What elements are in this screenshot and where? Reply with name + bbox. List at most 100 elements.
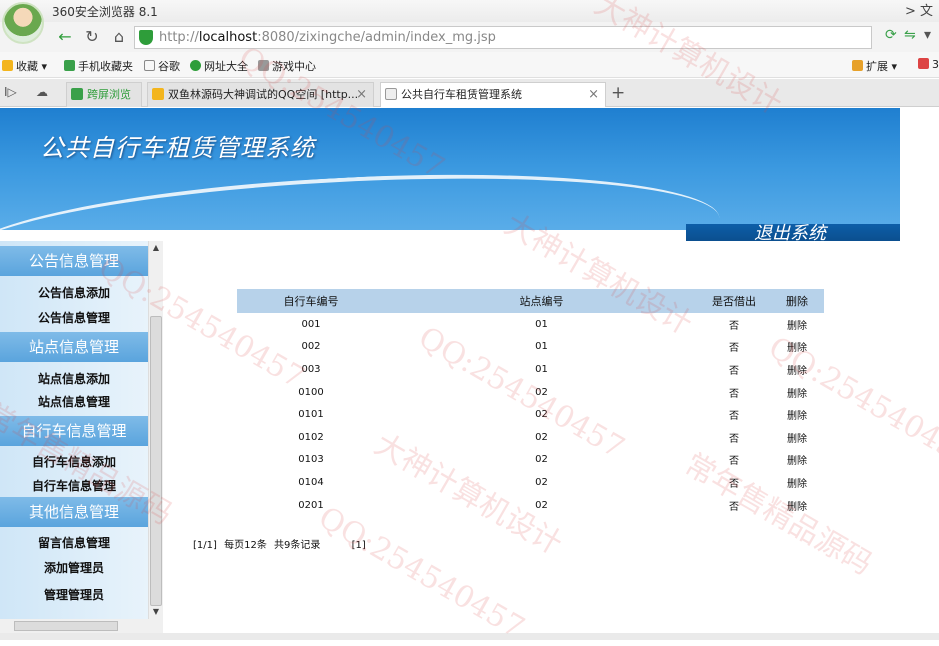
- header-delete: 删除: [770, 289, 824, 313]
- delete-link[interactable]: 删除: [770, 336, 824, 359]
- cell-station-id: 02: [385, 426, 698, 449]
- logout-link[interactable]: 退出系统: [754, 219, 826, 241]
- url-host: localhost: [199, 30, 257, 45]
- home-icon[interactable]: ⌂: [108, 26, 130, 48]
- menu-item-admin-add[interactable]: 添加管理员: [0, 559, 148, 576]
- pagination: [1/1] 每页12条 共9条记录 [1]: [193, 536, 370, 551]
- extensions-button[interactable]: 扩展 ▾: [852, 58, 897, 74]
- delete-link[interactable]: 删除: [770, 358, 824, 381]
- tab-bike-system[interactable]: 公共自行车租赁管理系统 ×: [380, 82, 606, 107]
- address-bar[interactable]: http://localhost:8080/zixingche/admin/in…: [134, 26, 872, 49]
- page-icon: [144, 60, 155, 71]
- window-menu-icon[interactable]: > 文: [905, 0, 933, 19]
- menu-heading-notice[interactable]: 公告信息管理: [0, 246, 148, 276]
- bookmark-directory[interactable]: 网址大全: [190, 58, 248, 74]
- cell-station-id: 01: [385, 358, 698, 381]
- cell-bike-id: 002: [237, 336, 385, 359]
- header-station-id: 站点编号: [385, 289, 698, 313]
- more-bookmarks-button[interactable]: 3: [918, 58, 939, 71]
- delete-link[interactable]: 删除: [770, 449, 824, 472]
- delete-link[interactable]: 删除: [770, 494, 824, 517]
- main-content: 自行车编号 站点编号 是否借出 删除 00101否删除00201否删除00301…: [163, 241, 900, 633]
- page-icon: [385, 88, 397, 100]
- cell-bike-id: 0102: [237, 426, 385, 449]
- table-row: 00201否删除: [237, 336, 824, 359]
- banner-band: [0, 230, 690, 241]
- menu-heading-bike[interactable]: 自行车信息管理: [0, 416, 148, 446]
- hscroll-thumb[interactable]: [14, 621, 118, 631]
- bookmark-mobile[interactable]: 手机收藏夹: [64, 58, 133, 74]
- cell-station-id: 02: [385, 381, 698, 404]
- cell-bike-id: 001: [237, 313, 385, 336]
- table-body: 00101否删除00201否删除00301否删除010002否删除010102否…: [237, 313, 824, 516]
- accelerate-icon[interactable]: ⇋: [904, 27, 916, 43]
- bookmarks-bar: 收藏 ▾ 手机收藏夹 谷歌 网址大全 游戏中心 扩展 ▾ 3: [0, 52, 939, 78]
- url-path: :8080/zixingche/admin/index_mg.jsp: [257, 30, 496, 45]
- menu-item-admin-manage[interactable]: 管理管理员: [0, 586, 148, 603]
- tab-cross-screen[interactable]: 跨屏浏览: [66, 82, 142, 107]
- sidebar-toggle-icon[interactable]: I▷: [4, 85, 17, 99]
- user-avatar[interactable]: [2, 2, 44, 44]
- cell-station-id: 01: [385, 313, 698, 336]
- header-lent: 是否借出: [698, 289, 770, 313]
- cell-bike-id: 003: [237, 358, 385, 381]
- table-row: 00101否删除: [237, 313, 824, 336]
- delete-link[interactable]: 删除: [770, 313, 824, 336]
- cell-lent: 否: [698, 381, 770, 404]
- menu-heading-other[interactable]: 其他信息管理: [0, 497, 148, 527]
- menu-item-station-manage[interactable]: 站点信息管理: [0, 393, 148, 410]
- page-link[interactable]: [1]: [352, 540, 366, 551]
- sidebar-vertical-scrollbar[interactable]: ▲ ▼: [148, 241, 163, 619]
- cell-station-id: 02: [385, 494, 698, 517]
- menu-heading-station[interactable]: 站点信息管理: [0, 332, 148, 362]
- close-icon[interactable]: ×: [356, 83, 367, 106]
- cell-lent: 否: [698, 494, 770, 517]
- bookmark-google[interactable]: 谷歌: [144, 58, 180, 74]
- header-bike-id: 自行车编号: [237, 289, 385, 313]
- bookmark-games[interactable]: 游戏中心: [258, 58, 316, 74]
- delete-link[interactable]: 删除: [770, 471, 824, 494]
- refresh-icon[interactable]: ↻: [81, 26, 103, 48]
- browser-navbar: ← ↻ ⌂ http://localhost:8080/zixingche/ad…: [0, 22, 939, 52]
- menu-item-station-add[interactable]: 站点信息添加: [0, 370, 148, 387]
- scroll-thumb[interactable]: [150, 316, 162, 606]
- window-title: 360安全浏览器 8.1: [52, 3, 158, 20]
- cell-lent: 否: [698, 471, 770, 494]
- cell-station-id: 02: [385, 471, 698, 494]
- cell-lent: 否: [698, 358, 770, 381]
- delete-link[interactable]: 删除: [770, 381, 824, 404]
- close-icon[interactable]: ×: [588, 83, 599, 106]
- browser-statusbar: [0, 633, 939, 640]
- phone-icon: [71, 88, 83, 100]
- back-arrow-icon[interactable]: ←: [54, 26, 76, 48]
- menu-item-notice-add[interactable]: 公告信息添加: [0, 284, 148, 301]
- table-header-row: 自行车编号 站点编号 是否借出 删除: [237, 289, 824, 313]
- cell-bike-id: 0104: [237, 471, 385, 494]
- cell-station-id: 02: [385, 449, 698, 472]
- star-icon: [152, 88, 164, 100]
- page-banner: 公共自行车租赁管理系统 退出系统: [0, 108, 900, 241]
- tab-qq-space[interactable]: 双鱼林源码大神调试的QQ空间 [http... ×: [147, 82, 374, 107]
- bookmark-favorites[interactable]: 收藏 ▾: [2, 58, 47, 74]
- new-tab-button[interactable]: +: [611, 83, 625, 103]
- menu-item-bike-manage[interactable]: 自行车信息管理: [0, 477, 148, 494]
- table-row: 010302否删除: [237, 449, 824, 472]
- scroll-down-arrow-icon[interactable]: ▼: [149, 605, 163, 619]
- page-info: [1/1]: [193, 540, 217, 551]
- scroll-up-arrow-icon[interactable]: ▲: [149, 241, 163, 255]
- system-title: 公共自行车租赁管理系统: [40, 128, 315, 163]
- delete-link[interactable]: 删除: [770, 426, 824, 449]
- sidebar-horizontal-scrollbar[interactable]: [0, 619, 163, 633]
- menu-item-notice-manage[interactable]: 公告信息管理: [0, 309, 148, 326]
- url-prefix: http://: [159, 30, 199, 45]
- menu-item-bike-add[interactable]: 自行车信息添加: [0, 453, 148, 470]
- cell-bike-id: 0101: [237, 403, 385, 426]
- cloud-icon[interactable]: ☁: [36, 85, 48, 99]
- cell-lent: 否: [698, 313, 770, 336]
- cell-lent: 否: [698, 403, 770, 426]
- menu-item-message-manage[interactable]: 留言信息管理: [0, 534, 148, 551]
- sync-icon[interactable]: ⟳: [885, 27, 897, 43]
- cell-station-id: 02: [385, 403, 698, 426]
- delete-link[interactable]: 删除: [770, 403, 824, 426]
- menu-icon[interactable]: ▾: [924, 27, 931, 43]
